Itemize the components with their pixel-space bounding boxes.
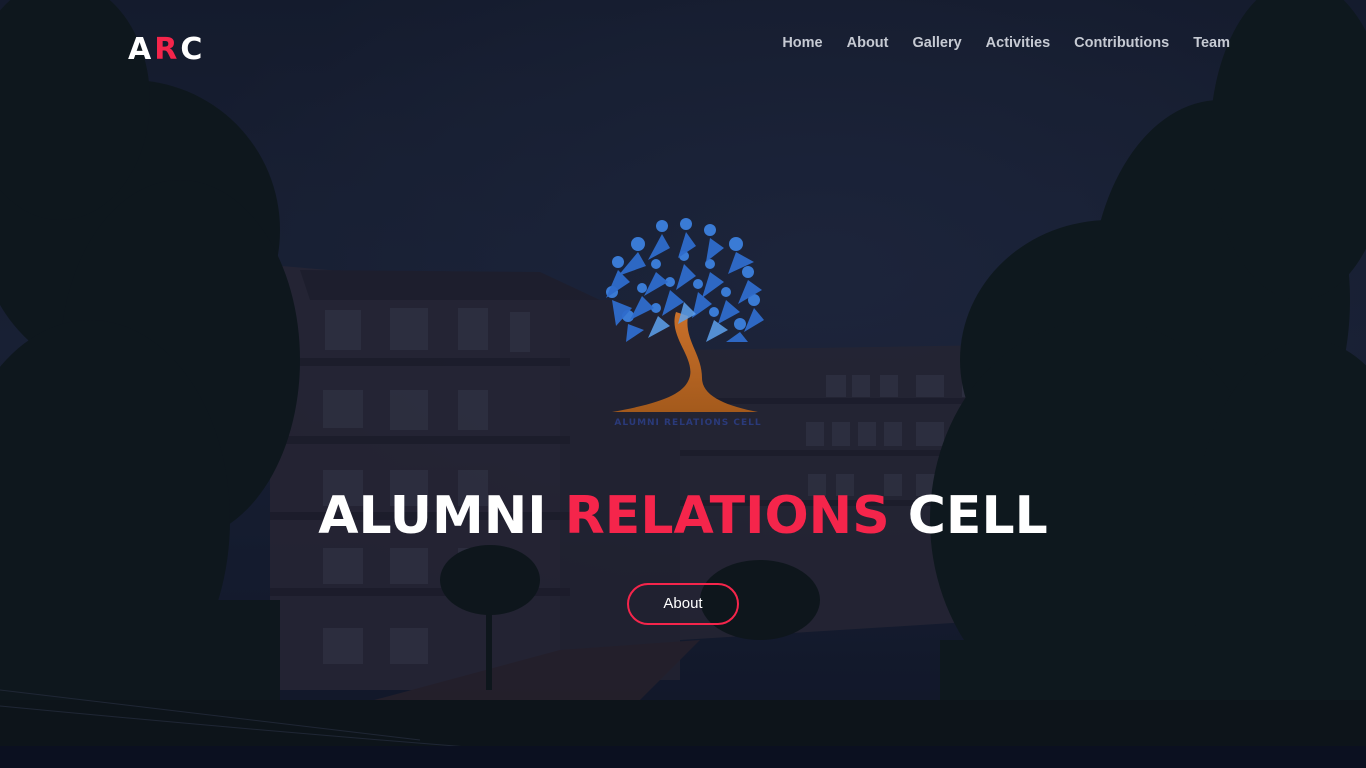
- nav-item-gallery: Gallery: [912, 33, 961, 53]
- page-bottom-edge: [0, 746, 1366, 768]
- brand-letter-r: R: [154, 32, 181, 67]
- brand-letter-a: A: [128, 32, 155, 67]
- nav-link-gallery[interactable]: Gallery: [912, 35, 961, 51]
- nav-item-team: Team: [1193, 33, 1230, 53]
- tree-logo-icon: [606, 218, 764, 412]
- hero-section: ARC Home About Gallery Activities Contri…: [0, 0, 1366, 768]
- about-button[interactable]: About: [627, 583, 739, 625]
- brand-letter-c: C: [180, 32, 206, 67]
- nav-item-about: About: [847, 33, 889, 53]
- nav-link-about[interactable]: About: [847, 35, 889, 51]
- nav-link-home[interactable]: Home: [782, 35, 822, 51]
- main-nav: Home About Gallery Activities Contributi…: [782, 33, 1230, 53]
- hero-title: ALUMNI RELATIONS CELL: [0, 484, 1366, 548]
- hero-title-alumni: ALUMNI: [318, 486, 547, 546]
- nav-item-contributions: Contributions: [1074, 33, 1169, 53]
- nav-link-activities[interactable]: Activities: [986, 35, 1050, 51]
- emblem-caption: ALUMNI RELATIONS CELL: [614, 418, 762, 428]
- hero-title-cell: CELL: [907, 486, 1048, 546]
- nav-link-team[interactable]: Team: [1193, 35, 1230, 51]
- nav-item-activities: Activities: [986, 33, 1050, 53]
- hero-title-relations: RELATIONS: [564, 486, 890, 546]
- nav-item-home: Home: [782, 33, 822, 53]
- brand-logo[interactable]: ARC: [128, 30, 205, 70]
- alumni-tree-emblem: ALUMNI RELATIONS CELL: [598, 216, 770, 438]
- nav-link-contributions[interactable]: Contributions: [1074, 35, 1169, 51]
